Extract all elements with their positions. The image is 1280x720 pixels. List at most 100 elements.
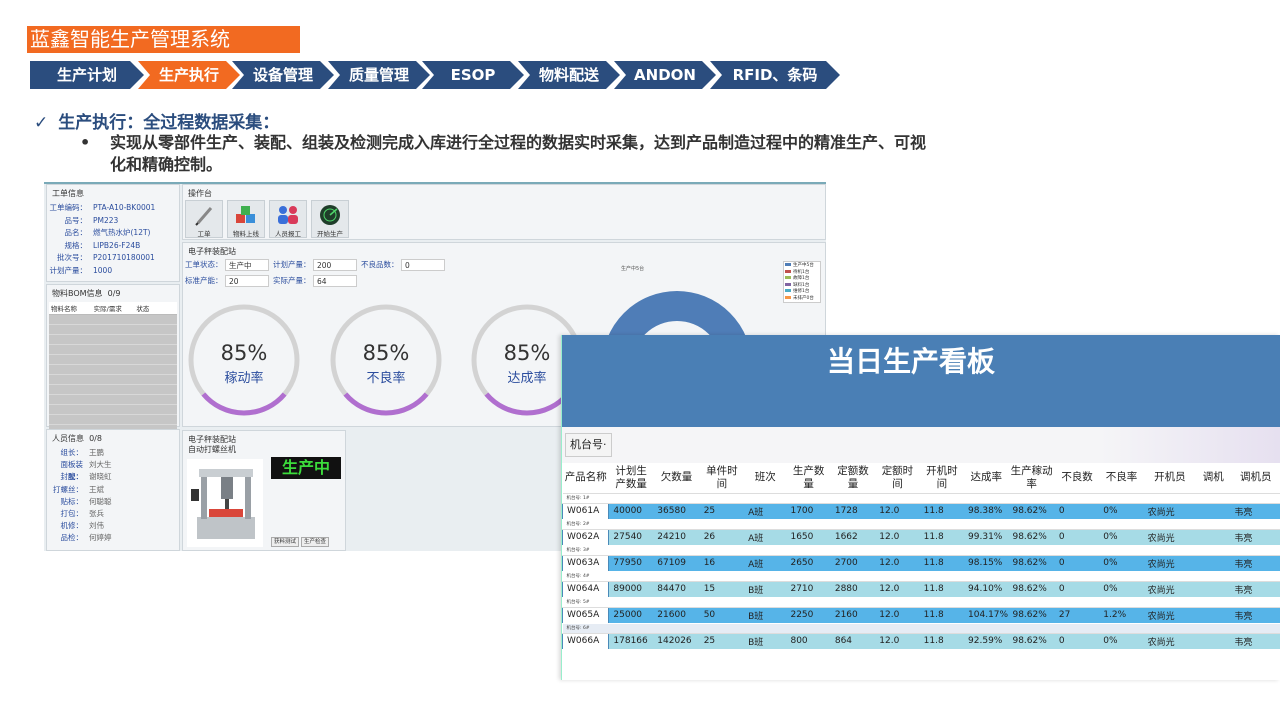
start-production-button[interactable]: 开始生产 — [311, 200, 349, 238]
column-header[interactable]: 开机员 — [1143, 463, 1197, 494]
staff-name: 何聪聪 — [89, 496, 112, 506]
table-cell: 0 — [1054, 503, 1100, 520]
staff-role: 贴标： — [60, 496, 84, 506]
column-header[interactable]: 计划生产数量 — [608, 463, 654, 494]
staff-role: 品检： — [60, 533, 84, 543]
table-cell: 1728 — [830, 503, 876, 520]
table-cell: 864 — [830, 633, 876, 650]
column-header[interactable]: 欠数量 — [653, 463, 700, 494]
column-header[interactable]: 不良率 — [1099, 463, 1144, 494]
column-header[interactable]: 定额数量 — [830, 463, 876, 494]
column-header[interactable]: 班次 — [744, 463, 787, 494]
group-row[interactable]: 机台号: 2# — [562, 519, 1280, 530]
table-cell: 农尚光 — [1143, 529, 1197, 546]
table-cell: 1.2% — [1099, 607, 1144, 624]
table-cell: 92.59% — [964, 633, 1009, 650]
field-value: 1000 — [93, 265, 113, 275]
table-cell: 12.0 — [875, 633, 920, 650]
material-online-button[interactable]: 物料上线 — [227, 200, 265, 238]
nav-item-execution[interactable]: 生产执行 — [138, 61, 240, 89]
actual-qty-field: 实际产量： 64 — [273, 275, 359, 287]
table-row[interactable]: W064A 89000 84470 15 B班 2710 2880 12.0 11.8 94.10… — [562, 580, 1280, 598]
column-header[interactable]: 调机 — [1196, 463, 1231, 494]
legend-swatch — [785, 289, 791, 292]
staff-row: 组长： 王鹏 — [47, 447, 179, 459]
column-header[interactable]: 定额时间 — [875, 463, 920, 494]
machine-filter[interactable]: 机台号· — [565, 433, 612, 457]
work-order-field: 工单编码： PTA-A10-BK0001 — [47, 202, 179, 215]
staff-report-button[interactable]: 人员报工 — [269, 200, 307, 238]
std-capacity-value: 20 — [225, 275, 269, 287]
table-cell: 韦亮 — [1230, 633, 1280, 650]
nav-item-rfid[interactable]: RFID、条码 — [710, 61, 840, 89]
staff-role: 组长： — [60, 448, 84, 457]
heading-text: 生产执行：全过程数据采集： — [58, 113, 280, 133]
material-test-button[interactable]: 获料测试 — [271, 537, 300, 547]
screw-machine-image — [187, 459, 263, 547]
nav-item-quality[interactable]: 质量管理 — [328, 61, 430, 89]
table-cell: 12.0 — [875, 607, 920, 624]
group-row[interactable]: 机台号: 3# — [562, 545, 1280, 556]
table-cell: 98.62% — [1008, 529, 1055, 546]
column-header[interactable]: 不良数 — [1054, 463, 1100, 494]
table-cell: 36580 — [653, 503, 700, 520]
column-header[interactable]: 达成率 — [964, 463, 1009, 494]
nav-item-andon[interactable]: ANDON — [614, 61, 716, 89]
staff-role: 机修： — [60, 521, 84, 531]
table-cell: 16 — [699, 555, 745, 572]
check-icon: ✓ — [34, 113, 49, 133]
table-cell — [1196, 581, 1231, 598]
nav-item-equipment[interactable]: 设备管理 — [232, 61, 334, 89]
table-cell: 40000 — [608, 503, 654, 520]
group-label: 机台号: 2# — [562, 519, 1280, 530]
table-row[interactable]: W066A 178166 142026 25 B班 800 864 12.0 11.8 92.59… — [562, 632, 1280, 650]
field-label: 品号： — [64, 215, 88, 225]
table-row[interactable]: W063A 77950 67109 16 A班 2650 2700 12.0 11.8 98.15… — [562, 554, 1280, 572]
donut-title: 生产中5台 — [621, 266, 645, 272]
staff-row: 机修： 刘伟 — [47, 520, 179, 532]
bom-count: 0/9 — [107, 289, 121, 298]
table-cell: 韦亮 — [1230, 503, 1280, 520]
table-cell: 15 — [699, 581, 745, 598]
legend-item: 未排产0台 — [785, 295, 819, 303]
table-cell: 24210 — [653, 529, 700, 546]
bom-col-status: 状态 — [136, 305, 150, 313]
work-order-button[interactable]: 工单 — [185, 200, 223, 238]
order-status-label: 工单状态： — [185, 260, 223, 269]
column-header[interactable]: 调机员 — [1230, 463, 1280, 494]
table-cell: W064A — [562, 580, 610, 598]
column-header[interactable]: 产品名称 — [562, 463, 609, 494]
group-row[interactable]: 机台号: 1# — [562, 493, 1280, 504]
table-cell: 26 — [699, 529, 745, 546]
nav-item-plan[interactable]: 生产计划 — [30, 61, 144, 89]
staff-row: 面板装配： 刘大生 — [47, 459, 179, 481]
group-row[interactable]: 机台号: 6# — [562, 623, 1280, 634]
column-header[interactable]: 生产稼动率 — [1008, 463, 1055, 494]
nav-item-esop[interactable]: ESOP — [422, 61, 524, 89]
order-status-field: 工单状态： 生产中 — [185, 259, 271, 271]
table-cell: 11.8 — [919, 581, 965, 598]
table-cell: 89000 — [608, 581, 654, 598]
table-header-row: 产品名称 计划生产数量 欠数量 单件时间 班次 生产数量 定额数量 定额时间 开机时间 达成率 生产… — [562, 463, 1280, 494]
column-header[interactable]: 生产数量 — [786, 463, 831, 494]
field-value: 燃气热水炉(12T) — [93, 228, 151, 237]
staff-report-button-label: 人员报工 — [275, 230, 301, 238]
table-row[interactable]: W062A 27540 24210 26 A班 1650 1662 12.0 11.8 99.31… — [562, 528, 1280, 546]
table-row[interactable]: W061A 40000 36580 25 A班 1700 1728 12.0 11.8 98.38… — [562, 502, 1280, 520]
table-cell: B班 — [744, 607, 787, 624]
work-order-field: 计划产量： 1000 — [47, 265, 179, 278]
table-cell: 农尚光 — [1143, 633, 1197, 650]
table-cell: 84470 — [653, 581, 700, 598]
production-check-button[interactable]: 生产检查 — [301, 537, 330, 547]
staff-name: 谢晓虹 — [89, 472, 112, 482]
robot-subtitle: 自动打螺丝机 — [188, 445, 236, 454]
group-row[interactable]: 机台号: 5# — [562, 597, 1280, 608]
group-row[interactable]: 机台号: 4# — [562, 571, 1280, 582]
column-header[interactable]: 单件时间 — [699, 463, 745, 494]
actual-qty-value: 64 — [313, 275, 357, 287]
table-cell: W063A — [562, 554, 610, 572]
nav-item-material[interactable]: 物料配送 — [518, 61, 620, 89]
table-cell: 0 — [1054, 529, 1100, 546]
table-row[interactable]: W065A 25000 21600 50 B班 2250 2160 12.0 11.8 104.1… — [562, 606, 1280, 624]
column-header[interactable]: 开机时间 — [919, 463, 965, 494]
